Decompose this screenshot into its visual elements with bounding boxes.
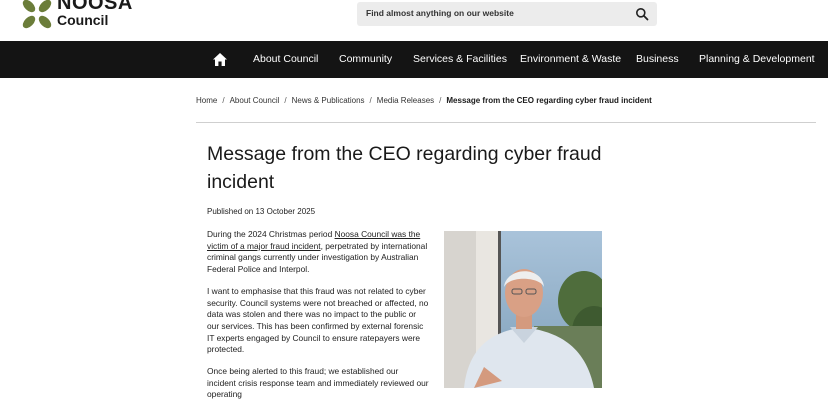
nav-business[interactable]: Business: [636, 53, 679, 65]
nav-planning-development[interactable]: Planning & Development: [699, 53, 815, 65]
breadcrumb-separator: /: [284, 96, 287, 105]
breadcrumb-separator: /: [439, 96, 442, 105]
article-paragraph: During the 2024 Christmas period Noosa C…: [207, 229, 429, 276]
breadcrumb-media-releases[interactable]: Media Releases: [377, 96, 434, 105]
article-paragraph: I want to emphasise that this fraud was …: [207, 285, 429, 355]
home-icon[interactable]: [212, 52, 228, 67]
divider: [196, 122, 816, 123]
search-input[interactable]: Find almost anything on our website: [366, 8, 514, 18]
published-date: Published on 13 October 2025: [207, 207, 316, 216]
breadcrumb-current: Message from the CEO regarding cyber fra…: [446, 96, 652, 105]
breadcrumb-news-publications[interactable]: News & Publications: [292, 96, 365, 105]
breadcrumb-separator: /: [369, 96, 372, 105]
site-header: NOOSA Council Find almost anything on ou…: [0, 0, 828, 40]
paragraph-text: During the 2024 Christmas period: [207, 229, 335, 239]
page-title: Message from the CEO regarding cyber fra…: [207, 143, 602, 193]
article-body: During the 2024 Christmas period Noosa C…: [207, 229, 429, 400]
article-paragraph: Once being alerted to this fraud; we est…: [207, 366, 429, 400]
nav-environment-waste[interactable]: Environment & Waste: [520, 53, 621, 65]
breadcrumb-separator: /: [222, 96, 225, 105]
site-search-bar[interactable]: Find almost anything on our website: [357, 2, 657, 26]
breadcrumb-about-council[interactable]: About Council: [230, 96, 280, 105]
ceo-photo: [444, 231, 602, 388]
breadcrumb-home[interactable]: Home: [196, 96, 217, 105]
brand-subname: Council: [57, 12, 109, 28]
breadcrumb: Home / About Council / News & Publications / M…: [196, 96, 652, 105]
ceo-portrait-image: [444, 231, 602, 388]
main-navigation: About Council Community Services & Facil…: [0, 41, 828, 78]
nav-about-council[interactable]: About Council: [253, 53, 318, 65]
nav-community[interactable]: Community: [339, 53, 392, 65]
nav-services-facilities[interactable]: Services & Facilities: [413, 53, 507, 65]
noosa-council-logo[interactable]: NOOSA Council: [20, 0, 150, 34]
search-icon[interactable]: [635, 7, 649, 21]
leaf-logo-icon: [22, 0, 52, 29]
